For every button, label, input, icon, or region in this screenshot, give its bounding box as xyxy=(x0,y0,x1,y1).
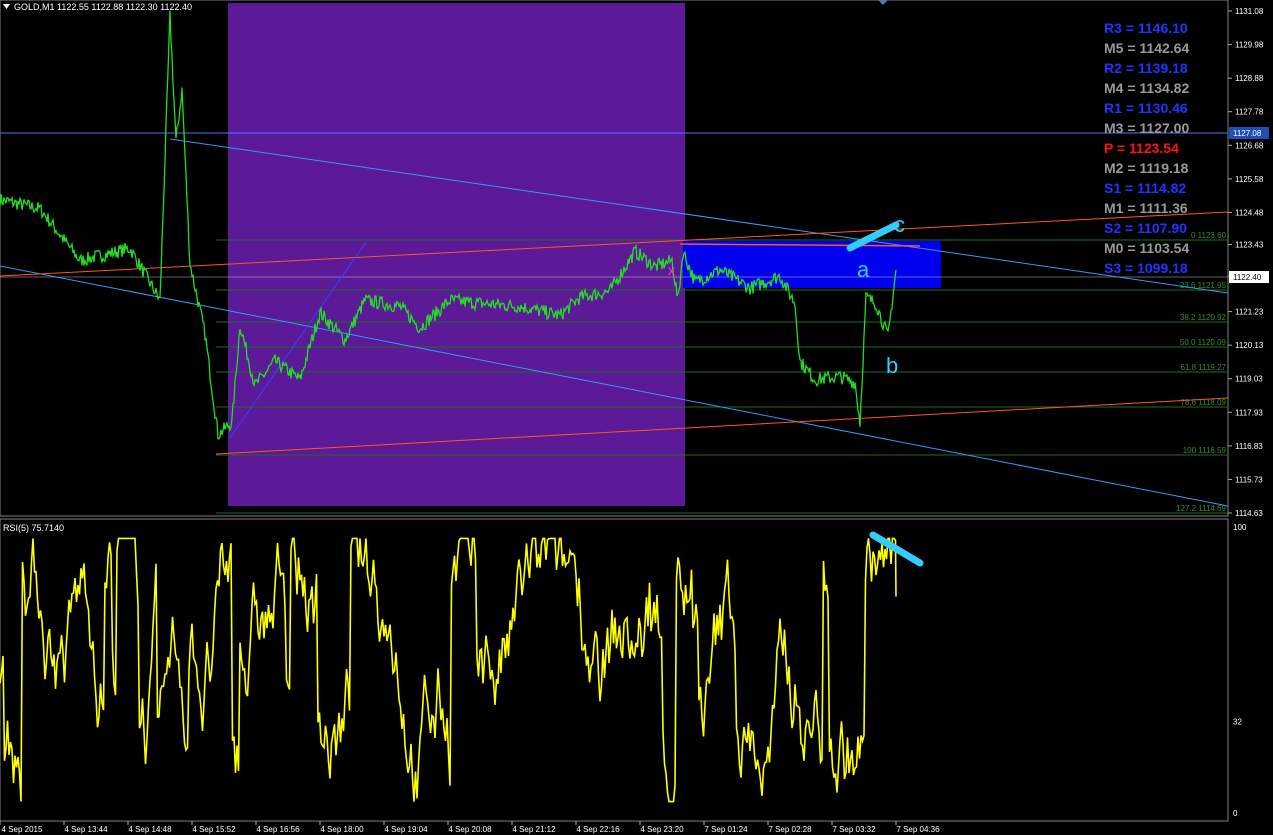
purple-time-box xyxy=(228,3,685,506)
pivot-label: M0 = 1103.54 xyxy=(1104,240,1189,256)
rsi-header: RSI(5) 75.7140 xyxy=(3,523,64,533)
time-tick-label: 4 Sep 20:08 xyxy=(448,825,492,834)
pivot-label: R1 = 1130.46 xyxy=(1104,100,1188,116)
price-tick-label: 1131.08 xyxy=(1235,7,1264,16)
pivot-label: M1 = 1111.36 xyxy=(1104,200,1188,216)
time-tick-label: 7 Sep 02:28 xyxy=(768,825,812,834)
wave-label-c: c xyxy=(894,212,905,237)
price-tick-label: 1129.98 xyxy=(1235,41,1264,50)
fib-level-label: 0 1123.60 xyxy=(1191,231,1227,240)
time-tick-label: 7 Sep 04:36 xyxy=(896,825,940,834)
time-tick-label: 4 Sep 21:12 xyxy=(512,825,556,834)
pink-marker: x xyxy=(668,262,675,278)
price-tick-label: 1117.93 xyxy=(1235,408,1263,417)
price-tick-label: 1119.03 xyxy=(1235,375,1263,384)
time-tick-label: 4 Sep 14:48 xyxy=(128,825,172,834)
price-axis: 1131.08 1129.98 1128.88 1127.78 1126.68 1125.… xyxy=(1228,7,1264,518)
time-tick-label: 7 Sep 01:24 xyxy=(704,825,748,834)
time-tick-label: 7 Sep 03:32 xyxy=(832,825,876,834)
pivot-label: R3 = 1146.10 xyxy=(1104,20,1188,36)
rsi-pane xyxy=(0,518,1229,822)
pivot-label: M5 = 1142.64 xyxy=(1104,40,1189,56)
price-tick-label: 1127.78 xyxy=(1235,108,1264,117)
pivot-label: P = 1123.54 xyxy=(1104,140,1179,156)
price-tick-label: 1123.43 xyxy=(1235,240,1264,249)
fib-level-label: 50.0 1120.09 xyxy=(1180,338,1227,347)
fib-level-label: 38.2 1120.92 xyxy=(1180,313,1227,322)
time-tick-label: 4 Sep 19:04 xyxy=(384,825,428,834)
pivot-label: R2 = 1139.18 xyxy=(1104,60,1188,76)
pivot-label: S2 = 1107.90 xyxy=(1104,220,1187,236)
rsi-axis: 100 32 0 xyxy=(1233,523,1247,818)
price-tick-label: 1114.63 xyxy=(1235,509,1263,518)
pivot-label: M4 = 1134.82 xyxy=(1104,80,1189,96)
time-tick-label: 4 Sep 15:52 xyxy=(192,825,236,834)
time-tick-label: 4 Sep 18:00 xyxy=(320,825,364,834)
price-tick-label: 1124.48 xyxy=(1235,208,1264,217)
time-tick-label: 4 Sep 13:44 xyxy=(64,825,108,834)
time-tick-label: 4 Sep 22:16 xyxy=(576,825,620,834)
price-tick-label: 1115.73 xyxy=(1235,475,1263,484)
time-tick-label: 4 Sep 2015 xyxy=(2,825,43,834)
fib-level-label: 61.8 1119.27 xyxy=(1180,363,1226,372)
wave-label-a: a xyxy=(857,257,870,282)
rsi-tick-label: 100 xyxy=(1233,523,1247,532)
chart-window: 0 1123.60 23.6 1121.95 38.2 1120.92 50.0 11… xyxy=(0,0,1269,834)
time-axis: 4 Sep 2015 4 Sep 13:44 4 Sep 14:48 4 Sep 15… xyxy=(0,821,940,834)
price-tick-label: 1116.83 xyxy=(1235,442,1263,451)
current-price-label: 1122.40 xyxy=(1233,273,1262,282)
pivot-label: S3 = 1099.18 xyxy=(1104,260,1188,276)
symbol-header: GOLD,M1 1122.55 1122.88 1122.30 1122.40 xyxy=(14,2,192,12)
level-price-label: 1127.08 xyxy=(1233,129,1262,138)
time-tick-label: 4 Sep 16:56 xyxy=(256,825,300,834)
time-tick-label: 4 Sep 23:20 xyxy=(640,825,684,834)
wave-label-b: b xyxy=(886,353,898,378)
rsi-tick-label: 0 xyxy=(1233,809,1238,818)
pivot-label: M3 = 1127.00 xyxy=(1104,120,1189,136)
price-tick-label: 1125.58 xyxy=(1235,175,1264,184)
fib-level-label: 100 1116.59 xyxy=(1183,446,1227,455)
rsi-tick-label: 32 xyxy=(1233,717,1242,726)
fib-level-label: 23.6 1121.95 xyxy=(1180,281,1227,290)
pivot-label: M2 = 1119.18 xyxy=(1104,160,1189,176)
fib-level-label: 127.2 1114.69 xyxy=(1176,504,1227,513)
pivot-label: S1 = 1114.82 xyxy=(1104,180,1186,196)
price-tick-label: 1120.13 xyxy=(1235,341,1264,350)
price-tick-label: 1128.88 xyxy=(1235,74,1264,83)
blue-zone-box xyxy=(683,241,941,288)
price-tick-label: 1121.23 xyxy=(1235,308,1264,317)
price-tick-label: 1126.68 xyxy=(1235,141,1264,150)
